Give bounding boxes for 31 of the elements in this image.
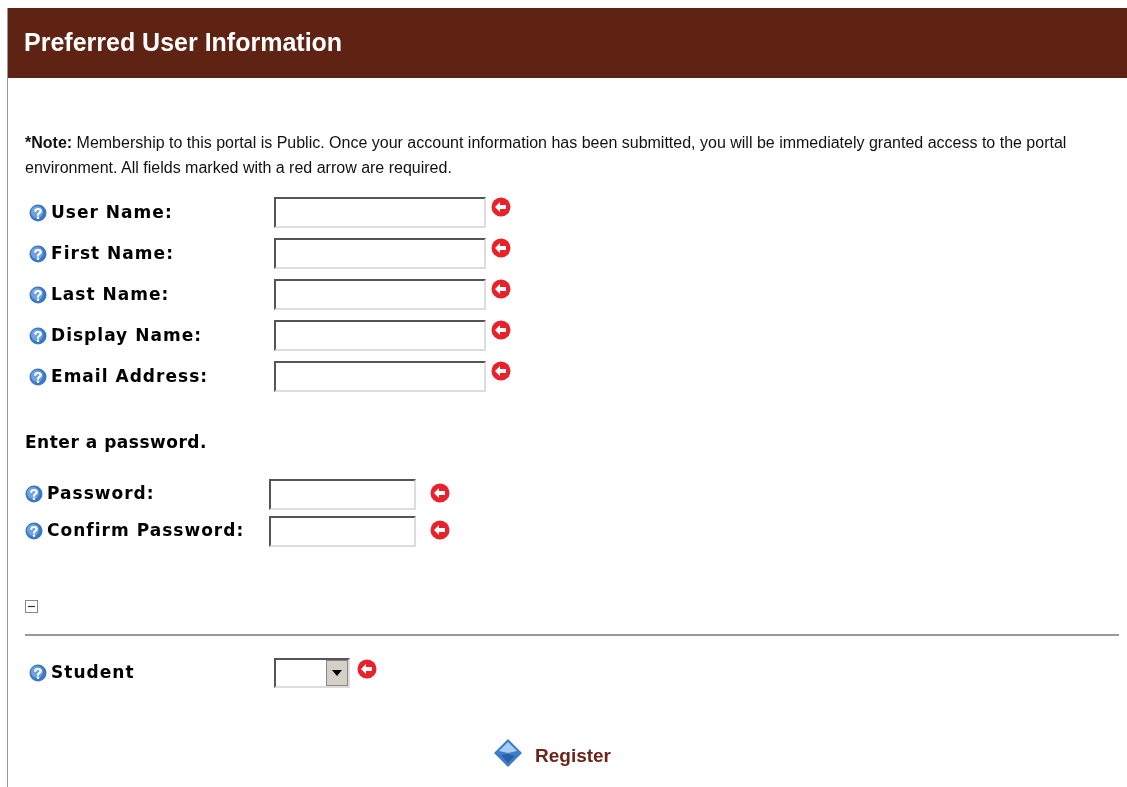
- help-icon[interactable]: [29, 203, 47, 222]
- input-field[interactable]: [274, 361, 486, 392]
- input-field[interactable]: [274, 320, 486, 351]
- input-field[interactable]: [269, 515, 416, 547]
- page-title: Preferred User Information: [24, 27, 343, 59]
- input-field[interactable]: [269, 478, 416, 510]
- collapse-icon[interactable]: [25, 600, 38, 613]
- help-icon[interactable]: [29, 326, 47, 345]
- field-label: Confirm Password:: [47, 519, 245, 543]
- field-label: Display Name:: [51, 323, 202, 347]
- field-label: Student: [51, 660, 135, 684]
- help-icon[interactable]: [29, 285, 47, 304]
- note-text: *Note: Membership to this portal is Public. Once your account information has been submitted, you will be immediately granted access to the portal environment. All fields marked with a red arrow are required.: [25, 133, 1068, 178]
- input-field[interactable]: [274, 279, 486, 310]
- register-button[interactable]: Register: [493, 737, 611, 768]
- help-icon[interactable]: [29, 663, 47, 682]
- help-icon[interactable]: [29, 244, 47, 263]
- field-label: Password:: [47, 482, 155, 506]
- help-icon[interactable]: [29, 367, 47, 386]
- section-heading: Enter a password.: [25, 431, 208, 454]
- input-field[interactable]: [274, 197, 486, 228]
- dropdown[interactable]: [274, 657, 350, 688]
- field-label: First Name:: [51, 241, 174, 265]
- field-label: User Name:: [51, 200, 173, 224]
- field-label: Email Address:: [51, 364, 209, 388]
- help-icon[interactable]: [25, 522, 43, 540]
- field-label: Last Name:: [51, 282, 170, 306]
- diamond-icon: [493, 737, 523, 768]
- caret-icon: [332, 669, 342, 676]
- help-icon[interactable]: [25, 485, 43, 503]
- input-field[interactable]: [274, 238, 486, 269]
